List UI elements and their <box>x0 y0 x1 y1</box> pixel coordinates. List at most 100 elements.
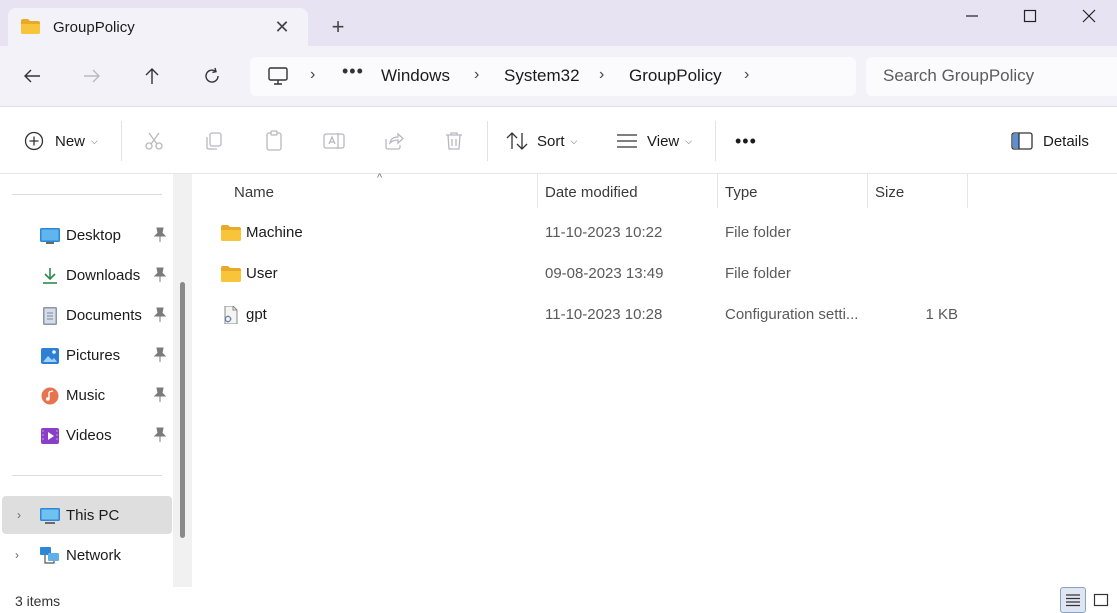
view-button[interactable]: View ⌵ <box>616 129 692 153</box>
breadcrumb-system32[interactable]: System32 <box>504 66 580 86</box>
cut-icon[interactable] <box>142 129 166 153</box>
file-type: Configuration setti... <box>725 306 859 323</box>
file-type: File folder <box>725 224 791 241</box>
sidebar-item-downloads[interactable]: Downloads <box>0 256 172 294</box>
file-list: ^ Name Date modified Type Size Machine 1… <box>192 172 1117 587</box>
file-date-modified: 11-10-2023 10:28 <box>545 306 663 323</box>
title-bar: GroupPolicy ✕ + <box>0 0 1117 46</box>
pictures-icon <box>41 348 59 364</box>
sidebar-item-documents[interactable]: Documents <box>0 296 172 334</box>
expand-chevron-icon[interactable]: › <box>15 548 19 562</box>
search-box[interactable] <box>866 57 1117 96</box>
new-tab-icon[interactable]: + <box>327 16 349 38</box>
chevron-down-icon: ⌵ <box>91 135 98 146</box>
file-size: 1 KB <box>925 306 958 323</box>
sidebar-item-desktop[interactable]: Desktop <box>0 216 172 254</box>
file-date-modified: 09-08-2023 13:49 <box>545 265 664 282</box>
sort-icon <box>506 132 528 150</box>
close-window-icon[interactable] <box>1077 4 1101 28</box>
folder-icon <box>221 225 241 241</box>
pin-icon[interactable] <box>153 387 167 403</box>
file-type: File folder <box>725 265 791 282</box>
details-label: Details <box>1043 132 1089 150</box>
new-button[interactable]: New ⌵ <box>24 129 98 153</box>
this-pc-icon[interactable] <box>268 67 288 85</box>
folder-icon <box>21 19 40 34</box>
breadcrumb-overflow[interactable]: ••• <box>342 61 364 82</box>
paste-icon[interactable] <box>262 129 286 153</box>
divider <box>715 121 716 161</box>
pin-icon[interactable] <box>153 427 167 443</box>
config-file-icon <box>224 306 238 324</box>
breadcrumb-separator[interactable]: › <box>474 66 479 84</box>
sidebar-item-network[interactable]: › Network <box>0 536 172 574</box>
divider <box>487 121 488 161</box>
sort-button[interactable]: Sort ⌵ <box>506 129 577 153</box>
expand-chevron-icon[interactable]: › <box>17 508 21 522</box>
table-row[interactable]: Machine 11-10-2023 10:22 File folder <box>212 214 972 252</box>
pin-icon[interactable] <box>153 307 167 323</box>
column-divider[interactable] <box>867 174 868 208</box>
chevron-down-icon: ⌵ <box>685 135 693 146</box>
breadcrumb-grouppolicy[interactable]: GroupPolicy <box>629 66 722 86</box>
new-label: New <box>55 132 86 150</box>
sort-ascending-icon: ^ <box>377 172 383 184</box>
sidebar-item-this-pc[interactable]: › This PC <box>2 496 172 534</box>
sidebar-item-music[interactable]: Music <box>0 376 172 414</box>
pin-icon[interactable] <box>153 347 167 363</box>
desktop-icon <box>40 228 60 244</box>
column-divider[interactable] <box>537 174 538 208</box>
table-row[interactable]: gpt 11-10-2023 10:28 Configuration setti… <box>212 296 972 334</box>
tab-grouppolicy[interactable]: GroupPolicy ✕ <box>8 8 308 46</box>
back-arrow-icon[interactable] <box>19 63 45 89</box>
refresh-icon[interactable] <box>199 63 225 89</box>
documents-icon <box>43 307 57 325</box>
column-header-date-modified[interactable]: Date modified <box>545 184 638 201</box>
close-tab-icon[interactable]: ✕ <box>272 17 292 37</box>
copy-icon[interactable] <box>202 129 226 153</box>
this-pc-icon <box>40 508 60 524</box>
command-bar: New ⌵ Sort ⌵ View ⌵ ••• Details <box>0 107 1117 174</box>
sidebar-scrollbar-thumb[interactable] <box>180 282 185 538</box>
sidebar-item-pictures[interactable]: Pictures <box>0 336 172 374</box>
pin-icon[interactable] <box>153 267 167 283</box>
minimize-icon[interactable] <box>960 4 984 28</box>
breadcrumb-separator[interactable]: › <box>310 66 315 84</box>
item-count: 3 items <box>15 593 61 609</box>
up-arrow-icon[interactable] <box>139 63 165 89</box>
pin-icon[interactable] <box>153 227 167 243</box>
breadcrumb-separator[interactable]: › <box>744 66 749 84</box>
network-icon <box>40 547 59 564</box>
column-divider[interactable] <box>717 174 718 208</box>
column-divider[interactable] <box>967 174 968 208</box>
breadcrumb-windows[interactable]: Windows <box>381 66 450 86</box>
share-icon[interactable] <box>382 129 406 153</box>
forward-arrow-icon[interactable] <box>79 63 105 89</box>
more-options-icon[interactable]: ••• <box>735 129 757 153</box>
delete-icon[interactable] <box>442 129 466 153</box>
navigation-pane: Desktop Downloads Documents Pictures Mus… <box>0 174 192 587</box>
tiles-view-icon[interactable] <box>1088 587 1114 613</box>
sidebar-item-videos[interactable]: Videos <box>0 416 172 454</box>
divider <box>121 121 122 161</box>
search-input[interactable] <box>883 66 1113 86</box>
music-icon <box>41 387 59 405</box>
sort-label: Sort <box>537 132 565 150</box>
file-date-modified: 11-10-2023 10:22 <box>545 224 663 241</box>
details-button[interactable]: Details <box>1011 129 1089 153</box>
rename-icon[interactable] <box>322 129 346 153</box>
maximize-icon[interactable] <box>1018 4 1042 28</box>
details-pane-icon <box>1011 132 1033 150</box>
status-bar: 3 items <box>0 587 1117 613</box>
column-header-size[interactable]: Size <box>875 184 904 201</box>
column-header-name[interactable]: Name <box>234 184 274 201</box>
table-row[interactable]: User 09-08-2023 13:49 File folder <box>212 255 972 293</box>
downloads-icon <box>43 268 57 284</box>
breadcrumb-separator[interactable]: › <box>599 66 604 84</box>
column-header-type[interactable]: Type <box>725 184 758 201</box>
plus-circle-icon <box>24 131 44 151</box>
divider <box>12 475 162 476</box>
address-bar[interactable]: › ••• Windows › System32 › GroupPolicy › <box>250 57 856 96</box>
details-view-icon[interactable] <box>1060 587 1086 613</box>
folder-icon <box>221 266 241 282</box>
